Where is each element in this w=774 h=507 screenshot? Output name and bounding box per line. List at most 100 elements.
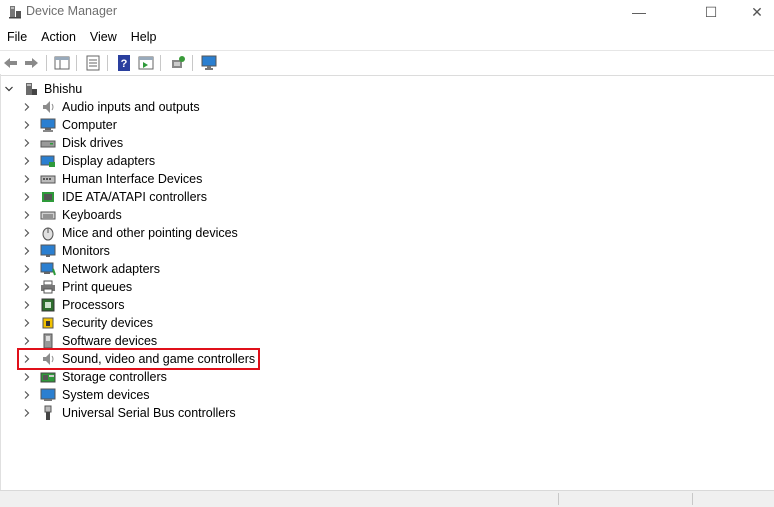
tree-item-label: IDE ATA/ATAPI controllers <box>62 190 207 204</box>
title-bar: Device Manager — ☐ ✕ <box>0 0 774 24</box>
scan-hardware-changes-icon[interactable] <box>169 54 187 72</box>
status-divider <box>692 493 693 505</box>
chevron-right-icon[interactable] <box>22 390 32 400</box>
status-divider <box>558 493 559 505</box>
tree-item-ide-ata-atapi-controllers[interactable]: IDE ATA/ATAPI controllers <box>22 188 207 206</box>
toolbar-separator <box>76 55 77 71</box>
speaker-icon <box>43 101 54 113</box>
chevron-right-icon[interactable] <box>22 210 32 220</box>
tree-item-label: Universal Serial Bus controllers <box>62 406 236 420</box>
tree-item-label: Network adapters <box>62 262 160 276</box>
usb-icon <box>44 405 52 420</box>
maximize-button[interactable]: ☐ <box>688 0 734 24</box>
menu-help[interactable]: Help <box>124 28 164 48</box>
tree-item-label: Keyboards <box>62 208 122 222</box>
chevron-right-icon[interactable] <box>22 228 32 238</box>
forward-arrow-icon[interactable] <box>22 54 40 72</box>
chevron-right-icon[interactable] <box>22 192 32 202</box>
tree-item-label: Storage controllers <box>62 370 167 384</box>
tree-item-label: Print queues <box>62 280 133 294</box>
tree-item-label: Human Interface Devices <box>62 172 203 186</box>
show-hide-console-tree-icon[interactable] <box>53 54 71 72</box>
device-manager-app-icon <box>9 6 21 19</box>
action-pane-icon[interactable] <box>137 54 155 72</box>
tree-item-audio-inputs-and-outputs[interactable]: Audio inputs and outputs <box>22 98 200 116</box>
processor-icon <box>41 298 55 312</box>
chevron-right-icon[interactable] <box>22 372 32 382</box>
software-device-icon <box>43 333 53 349</box>
menu-bar: File Action View Help <box>0 28 164 48</box>
tree-item-keyboards[interactable]: Keyboards <box>22 206 122 224</box>
monitor-icon[interactable] <box>200 54 218 72</box>
printer-icon <box>41 280 55 294</box>
chevron-right-icon[interactable] <box>22 282 32 292</box>
storage-controller-icon <box>40 372 56 383</box>
tree-item-label: Mice and other pointing devices <box>62 226 238 240</box>
menu-action[interactable]: Action <box>34 28 83 48</box>
display-adapter-icon <box>40 155 55 167</box>
security-device-icon <box>42 317 54 329</box>
tree-item-human-interface-devices[interactable]: Human Interface Devices <box>22 170 202 188</box>
tree-item-universal-serial-bus-controllers[interactable]: Universal Serial Bus controllers <box>22 404 236 422</box>
tree-item-storage-controllers[interactable]: Storage controllers <box>22 368 167 386</box>
window-title: Device Manager <box>26 4 118 18</box>
menu-file[interactable]: File <box>0 28 34 48</box>
chevron-down-icon[interactable] <box>4 84 14 94</box>
close-button[interactable]: ✕ <box>734 0 774 24</box>
tree-item-network-adapters[interactable]: Network adapters <box>22 260 160 278</box>
computer-tower-icon <box>26 83 37 95</box>
tree-item-label: Disk drives <box>62 136 124 150</box>
network-adapter-icon <box>40 262 56 276</box>
minimize-button[interactable]: — <box>616 0 662 24</box>
toolbar-separator <box>192 55 193 71</box>
mouse-icon <box>42 227 54 241</box>
tree-item-root[interactable]: Bhishu <box>4 80 82 98</box>
highlight-box <box>17 348 260 370</box>
computer-monitor-icon <box>40 118 56 132</box>
chevron-right-icon[interactable] <box>22 408 32 418</box>
chevron-right-icon[interactable] <box>22 318 32 328</box>
tree-item-display-adapters[interactable]: Display adapters <box>22 152 155 170</box>
tree-item-label: System devices <box>62 388 150 402</box>
toolbar-separator <box>46 55 47 71</box>
tree-item-security-devices[interactable]: Security devices <box>22 314 153 332</box>
tree-item-system-devices[interactable]: System devices <box>22 386 150 404</box>
tree-item-computer[interactable]: Computer <box>22 116 117 134</box>
tree-item-disk-drives[interactable]: Disk drives <box>22 134 123 152</box>
hid-icon <box>40 175 56 184</box>
tree-item-monitors[interactable]: Monitors <box>22 242 110 260</box>
help-icon[interactable]: ? <box>115 54 133 72</box>
chevron-right-icon[interactable] <box>22 138 32 148</box>
tree-item-label: Audio inputs and outputs <box>62 100 200 114</box>
keyboard-icon <box>40 211 56 220</box>
back-arrow-icon[interactable] <box>2 54 20 72</box>
tree-item-label: Display adapters <box>62 154 156 168</box>
chevron-right-icon[interactable] <box>22 120 32 130</box>
chevron-right-icon[interactable] <box>22 174 32 184</box>
tree-item-mice-and-other-pointing-devices[interactable]: Mice and other pointing devices <box>22 224 238 242</box>
chevron-right-icon[interactable] <box>22 300 32 310</box>
status-bar <box>0 490 774 507</box>
chevron-right-icon[interactable] <box>22 264 32 274</box>
svg-text:?: ? <box>121 58 128 70</box>
disk-drive-icon <box>40 140 56 148</box>
chevron-right-icon[interactable] <box>22 102 32 112</box>
toolbar-separator <box>107 55 108 71</box>
chevron-right-icon[interactable] <box>22 156 32 166</box>
toolbar-separator <box>160 55 161 71</box>
monitor-icon <box>40 244 56 257</box>
chevron-right-icon[interactable] <box>22 246 32 256</box>
tree-item-print-queues[interactable]: Print queues <box>22 278 132 296</box>
tree-item-label: Computer <box>62 118 117 132</box>
system-device-icon <box>40 388 56 401</box>
properties-icon[interactable] <box>84 54 102 72</box>
tree-item-label: Security devices <box>62 316 154 330</box>
toolbar: ? <box>0 50 774 76</box>
tree-item-label: Software devices <box>62 334 158 348</box>
chevron-right-icon[interactable] <box>22 336 32 346</box>
tree-item-processors[interactable]: Processors <box>22 296 125 314</box>
tree-item-label: Bhishu <box>44 82 83 96</box>
menu-view[interactable]: View <box>83 28 124 48</box>
tree-item-label: Processors <box>62 298 125 312</box>
ide-controller-icon <box>42 192 54 202</box>
